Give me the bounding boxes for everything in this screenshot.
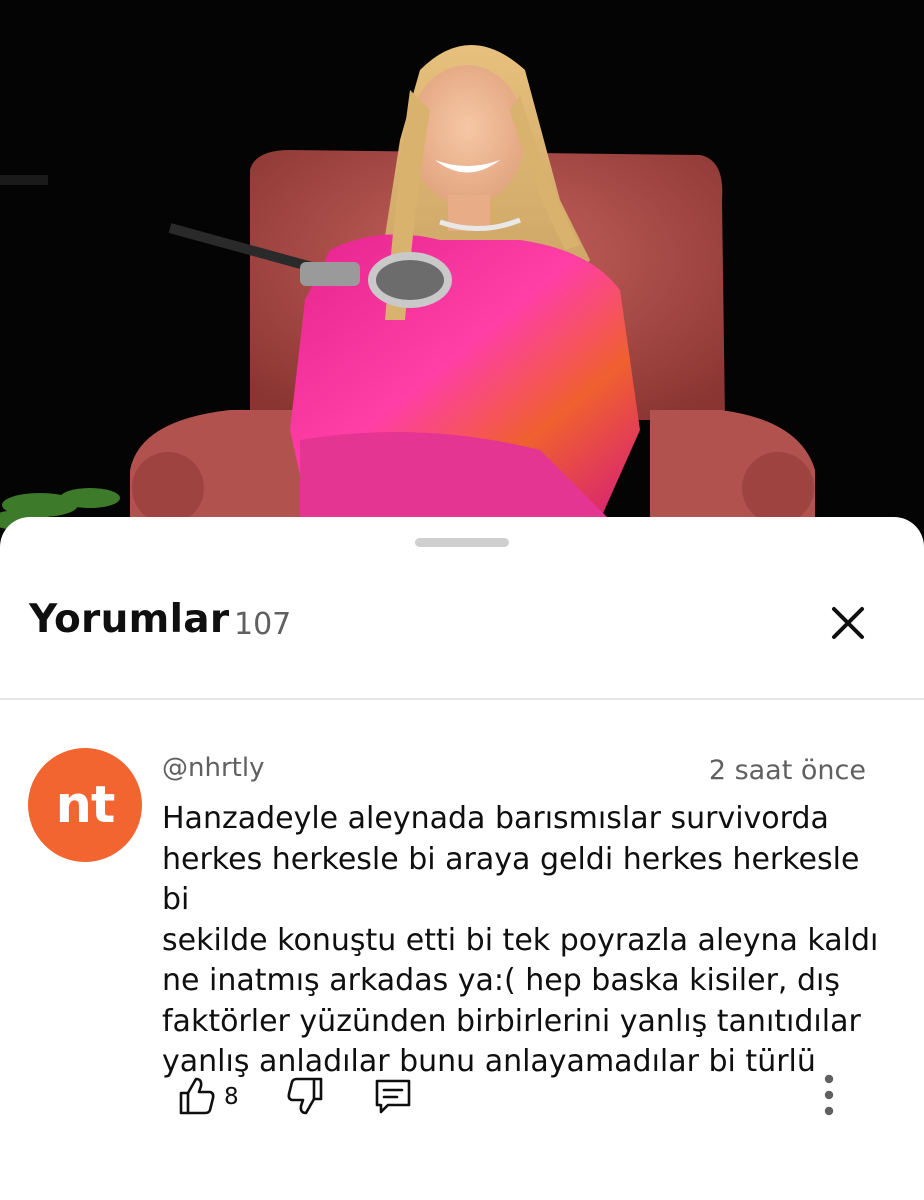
comment-text: Hanzadeyle aleynada barısmıslar survivor… [162, 801, 879, 1079]
drag-handle[interactable] [415, 538, 509, 547]
dislike-button[interactable] [284, 1073, 326, 1123]
comment-actions: 8 [0, 1073, 924, 1123]
comment-timestamp: 2 saat önce [708, 755, 866, 786]
close-icon [832, 607, 864, 639]
avatar[interactable]: nt [28, 748, 142, 862]
comment-count: 107 [234, 607, 292, 642]
more-vertical-icon [824, 1074, 834, 1116]
reply-button[interactable] [372, 1073, 414, 1123]
header-divider [0, 698, 924, 700]
thumbs-down-icon [287, 1077, 323, 1115]
comment-author[interactable]: @nhrtly [162, 753, 264, 783]
reply-icon [375, 1079, 411, 1114]
video-frame-illustration [0, 0, 924, 540]
video-player[interactable] [0, 0, 924, 540]
thumbs-up-icon [179, 1077, 215, 1115]
more-options-button[interactable] [812, 1073, 846, 1123]
close-button[interactable] [820, 595, 876, 651]
like-count: 8 [224, 1084, 239, 1110]
like-button[interactable] [176, 1073, 218, 1123]
comments-sheet: Yorumlar 107 nt @nhrtly 2 saat önce Hanz… [0, 517, 924, 1200]
sheet-title: Yorumlar [29, 597, 230, 642]
